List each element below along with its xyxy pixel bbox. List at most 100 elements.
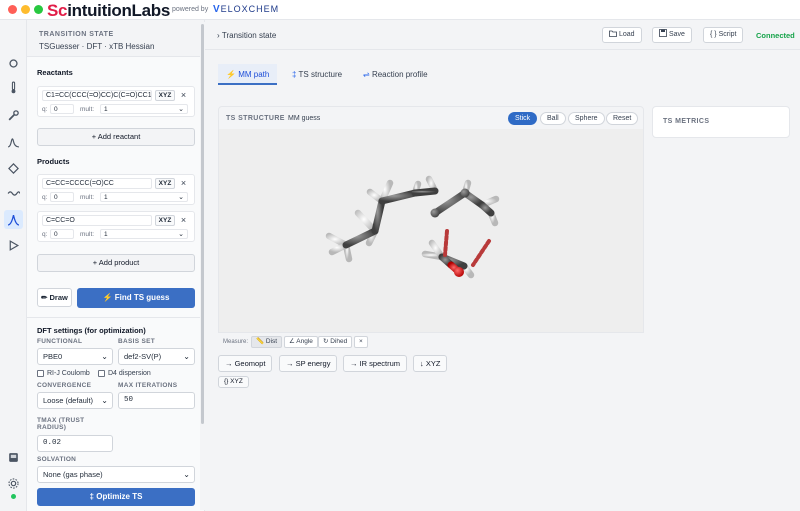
d4-dispersion-label: D4 dispersion <box>108 370 151 377</box>
dft-settings-heading: DFT settings (for optimization) <box>37 326 146 335</box>
chevron-down-icon: ⌄ <box>101 352 108 361</box>
reactant-charge-input[interactable]: 0 <box>50 104 74 114</box>
reactant-smiles-input[interactable]: C1=CC(CCC(=O)CC)C(C=O)CC1 <box>42 90 152 101</box>
folder-icon <box>609 30 617 37</box>
mult-label: mult: <box>80 106 95 113</box>
geomopt-button[interactable]: → Geomopt <box>218 355 273 372</box>
product-charge-input[interactable]: 0 <box>50 229 74 239</box>
panel-subtitle: TSGuesser · DFT · xTB Hessian <box>39 42 155 51</box>
clear-measure-button[interactable]: × <box>354 336 368 348</box>
reactant-xyz-button[interactable]: XYZ <box>155 90 175 101</box>
chevron-down-icon: ⌄ <box>178 194 184 201</box>
remove-product-button[interactable]: × <box>178 215 189 226</box>
viewer-subtitle: MM guess <box>288 115 321 122</box>
save-button[interactable]: Save <box>652 27 692 43</box>
close-window-button[interactable] <box>8 5 17 14</box>
style-stick-button[interactable]: Stick <box>508 112 538 125</box>
panel-scrollbar-thumb[interactable] <box>201 24 204 424</box>
remove-reactant-button[interactable]: × <box>178 90 189 101</box>
nav-wrench-icon[interactable] <box>4 106 23 125</box>
measure-dihedral-button[interactable]: ↻ Dihed <box>318 336 353 348</box>
product-smiles-input[interactable]: C=CC=O <box>42 215 152 226</box>
nav-molecule-icon[interactable] <box>4 54 23 73</box>
max-iterations-input[interactable]: 50 <box>118 392 195 409</box>
optimize-ts-button[interactable]: ‡ Optimize TS <box>37 488 195 506</box>
tab-reaction-profile[interactable]: ⇌ Reaction profile <box>355 64 436 85</box>
molecule-3d-canvas[interactable] <box>219 129 644 332</box>
add-reactant-button[interactable]: + Add reactant <box>37 128 195 146</box>
partner-logo: VELOXCHEM <box>213 4 280 15</box>
remove-product-button[interactable]: × <box>178 178 189 189</box>
chevron-down-icon: ⌄ <box>101 396 108 405</box>
xyz-text-button[interactable]: {} XYZ <box>218 376 249 388</box>
functional-select[interactable]: PBE0 ⌄ <box>37 348 113 365</box>
carbon-bonds <box>342 187 495 270</box>
panel-title: TRANSITION STATE <box>39 31 114 38</box>
measure-angle-button[interactable]: ∠ Angle <box>284 336 318 348</box>
double-dagger-icon: ‡ <box>292 70 297 79</box>
reactant-mult-select[interactable]: 1 ⌄ <box>100 104 188 114</box>
title-bar: ScintuitionLabs powered by VELOXCHEM <box>0 0 800 20</box>
add-product-button[interactable]: + Add product <box>37 254 195 272</box>
chevron-down-icon: ⌄ <box>178 106 184 113</box>
download-xyz-button[interactable]: ↓ XYZ <box>413 355 448 372</box>
tab-ts-structure[interactable]: ‡ TS structure <box>284 64 350 85</box>
find-ts-guess-button[interactable]: ⚡ Find TS guess <box>77 288 195 308</box>
dihedral-icon: ↻ <box>323 338 329 345</box>
basis-set-select[interactable]: def2-SV(P) ⌄ <box>118 348 195 365</box>
tmax-input[interactable]: 0.02 <box>37 435 113 452</box>
ts-settings-panel: TRANSITION STATE TSGuesser · DFT · xTB H… <box>27 20 205 511</box>
product-card: C=CC=CCCC(=O)CC XYZ × q: 0 mult: 1 ⌄ <box>37 174 195 205</box>
draw-button[interactable]: ✏ Draw <box>37 288 72 307</box>
products-heading: Products <box>37 157 70 166</box>
charge-label: q: <box>42 106 48 113</box>
save-icon <box>659 29 667 37</box>
rij-coulomb-checkbox[interactable] <box>37 370 44 377</box>
charge-label: q: <box>42 194 48 201</box>
nav-settings-icon[interactable] <box>4 474 23 493</box>
measure-distance-button[interactable]: 📏 Dist <box>251 336 283 348</box>
product-smiles-input[interactable]: C=CC=CCCC(=O)CC <box>42 178 152 189</box>
nav-tag-icon[interactable] <box>4 159 23 178</box>
style-ball-button[interactable]: Ball <box>540 112 566 125</box>
angle-icon: ∠ <box>289 338 295 345</box>
solvation-label: SOLVATION <box>37 456 77 463</box>
product-xyz-button[interactable]: XYZ <box>155 178 175 189</box>
convergence-select[interactable]: Loose (default) ⌄ <box>37 392 113 409</box>
nav-wave-icon[interactable] <box>4 184 23 203</box>
nav-thermometer-icon[interactable] <box>4 78 23 97</box>
maximize-window-button[interactable] <box>34 5 43 14</box>
mult-label: mult: <box>80 194 95 201</box>
script-button[interactable]: { } Script <box>703 27 744 43</box>
tab-bar: ⚡ MM path ‡ TS structure ⇌ Reaction prof… <box>205 50 800 106</box>
powered-by-label: powered by <box>172 6 209 13</box>
load-button[interactable]: Load <box>602 27 642 43</box>
tmax-label: TMAX (TRUST RADIUS) <box>37 417 85 431</box>
mult-label: mult: <box>80 231 95 238</box>
minimize-window-button[interactable] <box>21 5 30 14</box>
product-mult-select[interactable]: 1 ⌄ <box>100 192 188 202</box>
product-xyz-button[interactable]: XYZ <box>155 215 175 226</box>
convergence-label: CONVERGENCE <box>37 382 92 389</box>
main-area: › Transition state Load Save { } Script … <box>205 20 800 511</box>
reset-view-button[interactable]: Reset <box>606 112 639 125</box>
rij-coulomb-label: RI-J Coulomb <box>47 370 90 377</box>
ts-metrics-card: TS METRICS <box>652 106 790 138</box>
product-charge-input[interactable]: 0 <box>50 192 74 202</box>
tab-mm-path[interactable]: ⚡ MM path <box>218 64 278 85</box>
breadcrumb: › Transition state <box>217 31 277 40</box>
nav-spectrum-icon[interactable] <box>4 132 23 151</box>
d4-dispersion-checkbox[interactable] <box>98 370 105 377</box>
sp-energy-button[interactable]: → SP energy <box>279 355 338 372</box>
max-iterations-label: MAX ITERATIONS <box>118 382 178 389</box>
solvation-select[interactable]: None (gas phase) ⌄ <box>37 466 195 483</box>
molecule-viewer: TS STRUCTURE MM guess Stick Ball Sphere … <box>218 106 644 351</box>
style-sphere-button[interactable]: Sphere <box>568 112 605 125</box>
product-mult-select[interactable]: 1 ⌄ <box>100 229 188 239</box>
ir-spectrum-button[interactable]: → IR spectrum <box>343 355 408 372</box>
nav-transition-state-icon[interactable] <box>4 210 23 229</box>
top-bar: › Transition state Load Save { } Script … <box>205 20 800 50</box>
nav-database-icon[interactable] <box>4 448 23 467</box>
icon-rail <box>0 20 27 511</box>
nav-play-icon[interactable] <box>4 236 23 255</box>
